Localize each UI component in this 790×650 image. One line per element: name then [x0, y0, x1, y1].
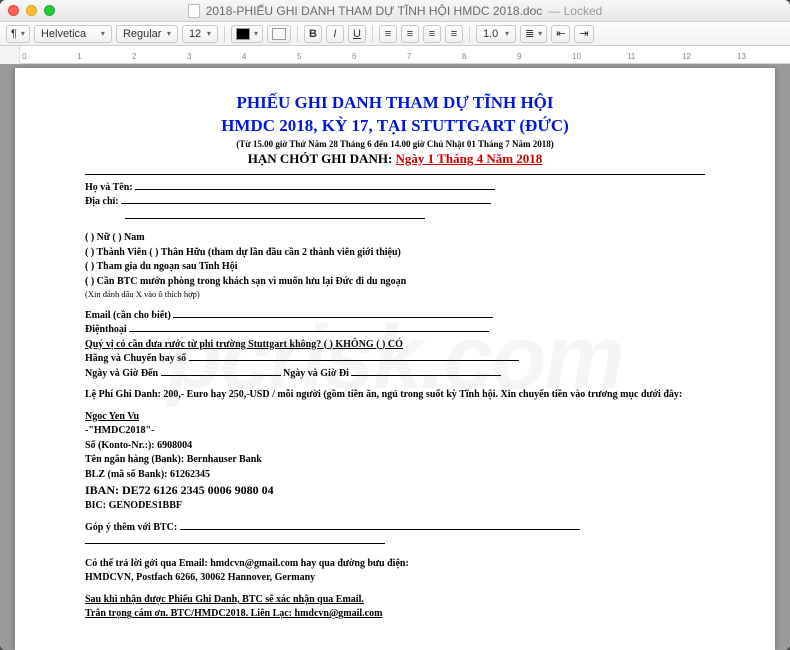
- room-row: ( ) Cần BTC mướn phòng trong khách sạn v…: [85, 275, 705, 289]
- separator: [297, 26, 298, 42]
- font-value: Helvetica: [41, 28, 86, 40]
- checknote: (Xin đánh dấu X vào ô thích hợp): [85, 289, 705, 300]
- deadline-date: Ngày 1 Tháng 4 Năm 2018: [396, 151, 543, 166]
- address-row2: [85, 210, 705, 224]
- font-select[interactable]: Helvetica▾: [34, 25, 112, 43]
- align-justify-button[interactable]: ≡: [445, 25, 463, 43]
- separator: [469, 26, 470, 42]
- size-select[interactable]: 12▾: [182, 25, 218, 43]
- document-icon: [188, 4, 200, 18]
- bold-button[interactable]: B: [304, 25, 322, 43]
- thanks: Trân trọng cám ơn. BTC/HMDC2018. Liên Lạ…: [85, 607, 705, 621]
- window-title: 2018-PHIẾU GHI DANH THAM DỰ TĨNH HỘI HMD…: [188, 4, 603, 18]
- fee-row: Lệ Phí Ghi Danh: 200,- Euro hay 250,-USD…: [85, 388, 705, 402]
- confirm: Sau khi nhận được Phiếu Ghi Danh, BTC sẽ…: [85, 593, 705, 607]
- name-row: Họ và Tên:: [85, 181, 705, 195]
- weight-value: Regular: [123, 28, 162, 40]
- mail-address: HMDCVN, Postfach 6266, 30062 Hannover, G…: [85, 571, 705, 585]
- align-left-button[interactable]: ≡: [379, 25, 397, 43]
- ruler: 012345678910111213: [0, 46, 790, 64]
- divider: [85, 174, 705, 175]
- bank: Tên ngân hàng (Bank): Bernhauser Bank: [85, 453, 705, 467]
- donate: Góp ý thêm với BTC:: [85, 521, 705, 535]
- pickup-row: Quý vị có cần đưa rước từ phi trường Stu…: [85, 338, 705, 352]
- bic: BIC: GENODES1BBF: [85, 499, 705, 513]
- spacing-select[interactable]: 1.0▾: [476, 25, 516, 43]
- align-right-button[interactable]: ≡: [423, 25, 441, 43]
- zoom-icon[interactable]: [44, 5, 55, 16]
- email-row: Email (cần cho biết): [85, 309, 705, 323]
- list-button[interactable]: ≣▾: [520, 25, 547, 43]
- separator: [224, 26, 225, 42]
- filename-label: 2018-PHIẾU GHI DANH THAM DỰ TĨNH HỘI HMD…: [206, 4, 543, 18]
- deadline: HẠN CHÓT GHI DANH: Ngày 1 Tháng 4 Năm 20…: [85, 150, 705, 168]
- italic-button[interactable]: I: [326, 25, 344, 43]
- align-center-button[interactable]: ≡: [401, 25, 419, 43]
- gender-row: ( ) Nữ ( ) Nam: [85, 231, 705, 245]
- blz: BLZ (mã số Bank): 61262345: [85, 468, 705, 482]
- document-viewport[interactable]: pcrisk.com PHIẾU GHI DANH THAM DỰ TĨNH H…: [0, 64, 790, 650]
- title-line2: HMDC 2018, KỲ 17, TẠI STUTTGART (ĐỨC): [85, 115, 705, 138]
- size-value: 12: [189, 28, 201, 40]
- ref: -"HMDC2018"-: [85, 424, 705, 438]
- text-color-button[interactable]: ▾: [231, 25, 263, 43]
- airline-row: Hãng và Chuyến bay số: [85, 352, 705, 366]
- indent-less-button[interactable]: ⇤: [551, 25, 570, 43]
- titlebar: 2018-PHIẾU GHI DANH THAM DỰ TĨNH HỘI HMD…: [0, 0, 790, 22]
- underline-button[interactable]: U: [348, 25, 366, 43]
- page: pcrisk.com PHIẾU GHI DANH THAM DỰ TĨNH H…: [15, 68, 775, 650]
- indent-more-button[interactable]: ⇥: [574, 25, 593, 43]
- close-icon[interactable]: [8, 5, 19, 16]
- weight-select[interactable]: Regular▾: [116, 25, 178, 43]
- konto: Số (Konto-Nr.:): 6908004: [85, 439, 705, 453]
- donate2: [85, 535, 705, 549]
- payee: Ngoc Yen Vu: [85, 410, 705, 424]
- address-row: Địa chỉ:: [85, 195, 705, 209]
- separator: [372, 26, 373, 42]
- title-line1: PHIẾU GHI DANH THAM DỰ TĨNH HỘI: [85, 92, 705, 115]
- highlight-button[interactable]: [267, 25, 291, 43]
- traffic-lights: [8, 5, 55, 16]
- times-row: Ngày và Giờ Đến Ngày và Giờ Đi: [85, 367, 705, 381]
- deadline-label: HẠN CHÓT GHI DANH:: [248, 151, 393, 166]
- excursion-row: ( ) Tham gia du ngoạn sau Tĩnh Hội: [85, 260, 705, 274]
- paragraph-style-button[interactable]: ¶▾: [6, 25, 30, 43]
- color-swatch-icon: [236, 28, 250, 40]
- locked-label: — Locked: [548, 4, 602, 18]
- minimize-icon[interactable]: [26, 5, 37, 16]
- reply: Có thể trả lời gởi qua Email: hmdcvn@gma…: [85, 557, 705, 571]
- subtitle: (Từ 15.00 giờ Thứ Năm 28 Tháng 6 đến 14.…: [85, 138, 705, 150]
- spacing-value: 1.0: [483, 28, 498, 40]
- iban: IBAN: DE72 6126 2345 0006 9080 04: [85, 482, 705, 498]
- member-row: ( ) Thành Viên ( ) Thân Hữu (tham dự lần…: [85, 246, 705, 260]
- format-toolbar: ¶▾ Helvetica▾ Regular▾ 12▾ ▾ B I U ≡ ≡ ≡…: [0, 22, 790, 46]
- app-window: 2018-PHIẾU GHI DANH THAM DỰ TĨNH HỘI HMD…: [0, 0, 790, 650]
- phone-row: Điệnthoại: [85, 323, 705, 337]
